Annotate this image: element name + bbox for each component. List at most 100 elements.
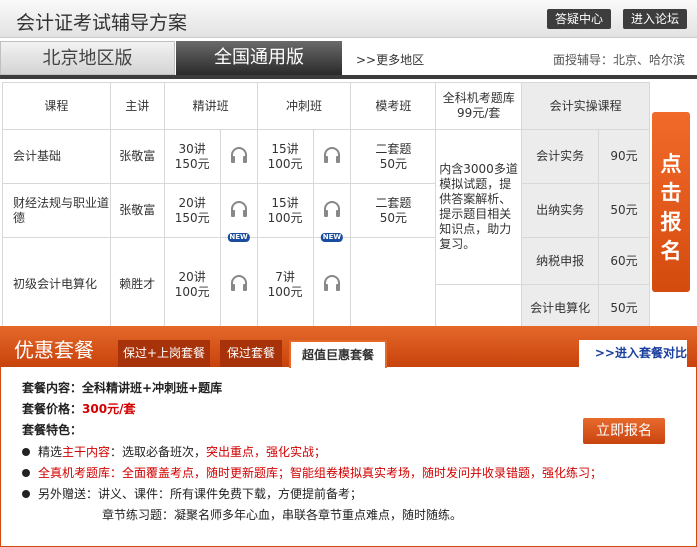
mk-price: 50元	[379, 210, 407, 225]
mokao-cell	[350, 237, 437, 332]
header-mokao: 模考班	[350, 82, 437, 130]
shixun-name[interactable]: 纳税申报	[521, 237, 599, 285]
audition-cell	[219, 183, 258, 238]
tiku-empty	[435, 284, 523, 332]
cc-price: 100元	[267, 156, 303, 171]
forum-button[interactable]: 进入论坛	[623, 9, 688, 29]
bullet-icon	[22, 469, 30, 477]
teacher-name: 赖胜才	[109, 237, 165, 332]
table-row: 初级会计电算化 赖胜才 20讲 100元 NEW 7讲 100元 NEW 纳税申报 …	[2, 233, 650, 332]
jj-price: 150元	[174, 210, 210, 225]
package-price: 套餐价格：300元/套	[22, 400, 135, 417]
feature-extra: 章节练习题：凝聚名师多年心血，串联各章节重点难点，随时随练。	[102, 508, 463, 522]
signup-char: 点	[660, 152, 682, 176]
chongci-cell: 15讲 100元	[256, 129, 314, 184]
headphone-icon[interactable]	[229, 146, 249, 164]
header-chongci: 冲刺班	[256, 82, 352, 130]
header-course: 课程	[2, 82, 111, 130]
headphone-icon[interactable]	[322, 274, 342, 292]
teacher-name: 张敬富	[109, 183, 165, 238]
mk-price: 50元	[379, 156, 407, 171]
table-row: 会计基础 张敬富 30讲 150元 15讲 100元 二套题 50元 内含3000多道…	[2, 129, 650, 285]
shixun-name[interactable]: 出纳实务	[521, 183, 599, 238]
jj-lessons: 20讲	[178, 195, 206, 210]
bullet-icon	[22, 490, 30, 498]
cc-lessons: 15讲	[271, 195, 299, 210]
audition-cell: NEW	[219, 233, 258, 332]
feature-item: 精选主干内容：选取必备班次，突出重点，强化实战；	[22, 443, 326, 460]
cc-lessons: 7讲	[275, 269, 295, 284]
jj-lessons: 30讲	[178, 141, 206, 156]
headphone-icon[interactable]	[229, 274, 249, 292]
header-tiku: 全科机考题库 99元/套	[435, 82, 523, 130]
jingjiang-cell: 30讲 150元	[163, 129, 221, 184]
feature-text: 另外赠送：讲义、课件：所有课件免费下载，方便提前备考；	[38, 487, 363, 501]
signup-char: 报	[660, 210, 682, 234]
package-content: 套餐内容：全科精讲班+冲刺班+题库	[22, 379, 222, 396]
tab-package-pass[interactable]: 保过套餐	[220, 340, 282, 367]
tab-national[interactable]: 全国通用版	[176, 41, 342, 75]
jj-price: 100元	[174, 284, 210, 299]
new-badge: NEW	[227, 233, 250, 242]
chongci-cell: 7讲 100元	[256, 237, 314, 332]
feature-highlight: 突出重点，强化实战；	[206, 445, 327, 459]
feature-highlight: 主干内容	[62, 445, 111, 459]
signup-char: 击	[660, 181, 682, 205]
signup-now-button[interactable]: 立即报名	[583, 418, 665, 444]
price-value: 300元/套	[82, 402, 136, 416]
tab-beijing[interactable]: 北京地区版	[0, 41, 175, 75]
feature-highlight: 全真机考题库：全面覆盖考点，随时更新题库；智能组卷模拟真实考场，随时发问并收录错…	[38, 466, 603, 480]
new-badge: NEW	[320, 233, 344, 242]
signup-side-button[interactable]: 点 击 报 名	[652, 112, 690, 292]
jj-price: 150元	[174, 156, 210, 171]
content-label: 套餐内容：	[22, 381, 83, 395]
tab-package-job[interactable]: 保过+上岗套餐	[118, 340, 210, 367]
more-regions-link[interactable]: >>更多地区	[356, 51, 424, 68]
jj-lessons: 20讲	[178, 269, 206, 284]
audition-cell: NEW	[312, 233, 352, 332]
header-shixun: 会计实操课程	[521, 82, 650, 130]
header-teacher: 主讲	[109, 82, 165, 130]
qa-center-button[interactable]: 答疑中心	[547, 9, 612, 29]
mokao-cell: 二套题 50元	[350, 129, 437, 184]
feature-item: 全真机考题库：全面覆盖考点，随时更新题库；智能组卷模拟真实考场，随时发问并收录错…	[22, 464, 602, 481]
headphone-icon[interactable]	[322, 200, 342, 218]
tiku-description: 内含3000多道模拟试题，提供答案解析、提示题目相关知识点，助力复习。	[435, 129, 523, 285]
cc-lessons: 15讲	[271, 141, 299, 156]
mk-sets: 二套题	[375, 141, 412, 156]
cc-price: 100元	[267, 210, 303, 225]
shixun-price: 50元	[598, 183, 650, 238]
bullet-icon	[22, 448, 30, 456]
mk-sets: 二套题	[375, 195, 412, 210]
shixun-price: 90元	[598, 129, 650, 184]
package-title: 优惠套餐	[14, 338, 94, 362]
headphone-icon[interactable]	[229, 200, 249, 218]
mokao-cell: 二套题 50元	[350, 183, 437, 238]
audition-cell	[219, 129, 258, 184]
package-compare-link[interactable]: >>进入套餐对比	[579, 340, 687, 367]
headphone-icon[interactable]	[322, 146, 342, 164]
divider	[0, 75, 697, 79]
page-title: 会计证考试辅导方案	[16, 12, 188, 34]
shixun-price: 50元	[598, 284, 650, 332]
feature-text: 精选	[38, 445, 63, 459]
course-name: 财经法规与职业道德	[2, 183, 111, 238]
course-name: 初级会计电算化	[2, 237, 111, 332]
course-name: 会计基础	[2, 129, 111, 184]
tab-package-value[interactable]: 超值巨惠套餐	[289, 340, 387, 368]
course-table: 课程 主讲 精讲班 冲刺班 模考班 全科机考题库 99元/套 会计实操课程 会计…	[2, 82, 650, 332]
tutor-locations: 面授辅导：北京、哈尔滨	[552, 53, 685, 67]
jingjiang-cell: 20讲 150元	[163, 183, 221, 238]
jingjiang-cell: 20讲 100元	[163, 237, 221, 332]
header-jingjiang: 精讲班	[163, 82, 258, 130]
shixun-name[interactable]: 会计电算化	[521, 284, 599, 332]
table-row: 财经法规与职业道德 张敬富 20讲 150元 15讲 100元 二套题 50元 出纳实…	[2, 183, 650, 238]
table-header-row: 课程 主讲 精讲班 冲刺班 模考班 全科机考题库 99元/套 会计实操课程	[2, 82, 650, 130]
shixun-name[interactable]: 会计实务	[521, 129, 599, 184]
content-value: 全科精讲班+冲刺班+题库	[82, 381, 223, 395]
feature-item: 另外赠送：讲义、课件：所有课件免费下载，方便提前备考；	[22, 485, 362, 502]
header-bar: 会计证考试辅导方案 答疑中心 进入论坛	[0, 0, 697, 38]
shixun-price: 60元	[598, 237, 650, 285]
feature-text: ：选取必备班次，	[110, 445, 207, 459]
audition-cell	[312, 129, 352, 184]
